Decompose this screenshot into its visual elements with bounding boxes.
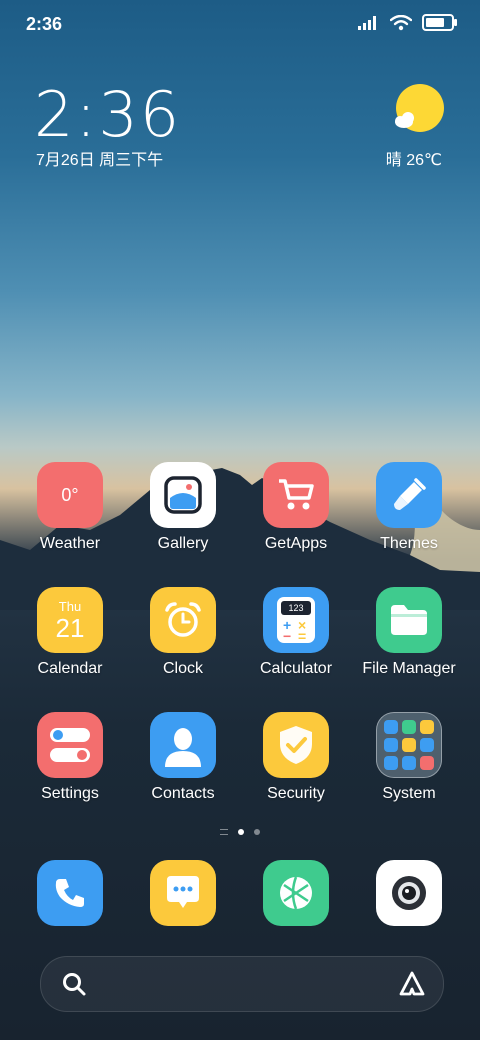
page-indicator-menu	[220, 829, 228, 835]
signal-icon	[358, 15, 376, 30]
app-themes[interactable]: Themes	[354, 462, 464, 553]
calendar-date: 21	[55, 612, 85, 643]
phone-icon	[55, 879, 84, 907]
app-label: Calculator	[259, 660, 333, 677]
app-contacts[interactable]: Contacts	[128, 712, 238, 803]
clock-widget-time[interactable]: 2:36	[34, 78, 181, 151]
status-icons	[358, 14, 457, 31]
app-settings[interactable]: Settings	[15, 712, 125, 803]
app-label: Themes	[380, 535, 438, 552]
alarm-clock-icon	[150, 587, 216, 653]
assistant-icon[interactable]	[397, 970, 427, 998]
folder-icon	[376, 587, 442, 653]
person-icon	[150, 712, 216, 778]
weather-temp: 26℃	[406, 152, 442, 169]
app-label: Weather	[39, 535, 101, 552]
gallery-icon	[150, 462, 216, 528]
app-label: System	[382, 785, 436, 802]
page-dot-active	[238, 829, 244, 835]
weather-app-icon: 0°	[37, 462, 103, 528]
calculator-screen: 123	[281, 601, 311, 615]
app-label: Contacts	[151, 785, 215, 802]
dock-browser[interactable]	[263, 860, 329, 926]
chat-bubble-icon	[167, 876, 199, 908]
shopping-cart-icon	[263, 462, 329, 528]
app-file-manager[interactable]: File Manager	[354, 587, 464, 678]
weather-condition: 晴	[385, 152, 402, 169]
globe-icon	[280, 876, 312, 910]
app-label: File Manager	[362, 660, 456, 677]
calendar-icon: Thu 21	[37, 587, 103, 653]
page-indicator[interactable]	[0, 829, 480, 835]
calculator-icon: 123 + × − =	[263, 587, 329, 653]
toggles-icon	[37, 712, 103, 778]
app-label: Gallery	[157, 535, 209, 552]
app-gallery[interactable]: Gallery	[128, 462, 238, 553]
app-label: Settings	[41, 785, 99, 802]
dock-phone[interactable]	[37, 860, 103, 926]
camera-lens-icon	[392, 876, 426, 910]
dock-camera[interactable]	[376, 860, 442, 926]
app-clock[interactable]: Clock	[128, 587, 238, 678]
app-calendar[interactable]: Thu 21 Calendar	[15, 587, 125, 678]
clock-widget-date[interactable]: 7月26日 周三下午	[36, 146, 163, 170]
app-security[interactable]: Security	[241, 712, 351, 803]
app-label: GetApps	[264, 535, 328, 552]
app-label: Clock	[162, 660, 203, 677]
app-getapps[interactable]: GetApps	[241, 462, 351, 553]
app-weather[interactable]: 0° Weather	[15, 462, 125, 553]
weather-widget-text[interactable]: 晴 26℃	[386, 146, 442, 170]
search-icon[interactable]	[61, 971, 87, 997]
calendar-day: Thu	[58, 598, 82, 614]
calculator-body: 123 + × − =	[277, 597, 315, 644]
search-bar[interactable]	[40, 956, 444, 1012]
app-label: Calendar	[37, 660, 103, 677]
weather-app-temp: 0°	[61, 484, 79, 505]
paintbrush-icon	[376, 462, 442, 528]
sun-cloud-icon[interactable]	[392, 84, 444, 136]
page-dot	[254, 829, 260, 835]
shield-check-icon	[263, 712, 329, 778]
app-folder-system[interactable]: System	[354, 712, 464, 803]
dock-messages[interactable]	[150, 860, 216, 926]
status-bar: 2:36	[0, 0, 480, 50]
status-time: 2:36	[26, 14, 63, 34]
wifi-icon	[390, 14, 412, 30]
app-label: Security	[267, 785, 325, 802]
app-calculator[interactable]: 123 + × − = Calculator	[241, 587, 351, 678]
battery-icon	[422, 14, 457, 31]
folder-preview-icon	[376, 712, 442, 778]
